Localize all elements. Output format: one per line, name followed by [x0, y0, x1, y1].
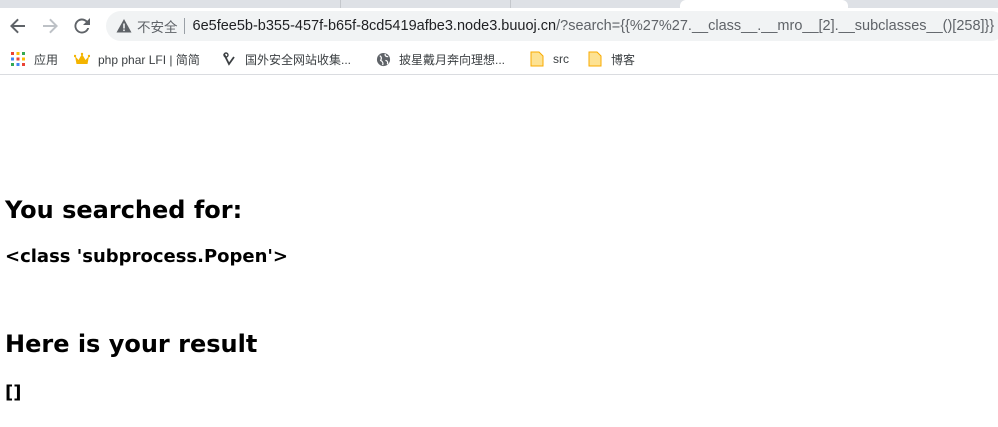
bookmarks-bar: 应用 php phar LFI | 简简 国外安全网站收集... 披星戴月奔向理…	[0, 44, 998, 75]
result-heading: Here is your result	[5, 330, 258, 358]
bookmark-label: php phar LFI | 简简	[98, 52, 200, 67]
result-value: []	[5, 382, 22, 403]
site-favicon-icon	[221, 51, 237, 67]
browser-toolbar: 不安全 6e5fee5b-b355-457f-b65f-8cd5419afbe3…	[0, 8, 998, 44]
bookmark-label: 披星戴月奔向理想...	[399, 52, 506, 67]
tab-separator	[510, 0, 511, 8]
folder-icon	[529, 51, 545, 67]
bookmark-label: 应用	[34, 52, 59, 67]
crown-icon	[74, 51, 90, 67]
url-host: 6e5fee5b-b355-457f-b65f-8cd5419afbe3.nod…	[192, 18, 557, 34]
search-value: <class 'subprocess.Popen'>	[5, 246, 289, 267]
warning-icon[interactable]	[115, 17, 133, 35]
back-arrow-icon	[10, 18, 25, 34]
address-bar[interactable]: 不安全 6e5fee5b-b355-457f-b65f-8cd5419afbe3…	[106, 11, 998, 41]
bookmark-label: 国外安全网站收集...	[245, 52, 352, 67]
active-tab[interactable]	[680, 0, 848, 8]
search-heading: You searched for:	[5, 196, 243, 224]
globe-icon	[375, 51, 391, 67]
tab-separator	[340, 0, 341, 8]
bookmark-folder-blog[interactable]: 博客	[587, 49, 635, 69]
bookmark-dream[interactable]: 披星戴月奔向理想...	[375, 49, 505, 69]
reload-button[interactable]	[70, 14, 94, 38]
apps-grid-icon	[10, 51, 26, 67]
bookmark-label: src	[553, 52, 569, 66]
page-content: You searched for: <class 'subprocess.Pop…	[0, 75, 998, 427]
bookmark-label: 博客	[611, 52, 636, 67]
address-divider	[183, 18, 185, 34]
folder-icon	[587, 51, 603, 67]
url-path: /?search={{%27%27.__class__.__mro__[2]._…	[556, 18, 995, 34]
security-label[interactable]: 不安全	[137, 16, 178, 36]
bookmark-php-phar[interactable]: php phar LFI | 简简	[74, 49, 200, 69]
url-text[interactable]: 6e5fee5b-b355-457f-b65f-8cd5419afbe3.nod…	[193, 18, 995, 34]
forward-button[interactable]	[38, 14, 62, 38]
bookmark-apps[interactable]: 应用	[10, 49, 58, 69]
bookmark-foreign-security[interactable]: 国外安全网站收集...	[221, 49, 351, 69]
forward-arrow-icon	[43, 18, 58, 34]
back-button[interactable]	[6, 14, 30, 38]
tab-strip	[0, 0, 998, 8]
bookmark-folder-src[interactable]: src	[529, 49, 569, 69]
reload-icon	[74, 18, 90, 34]
